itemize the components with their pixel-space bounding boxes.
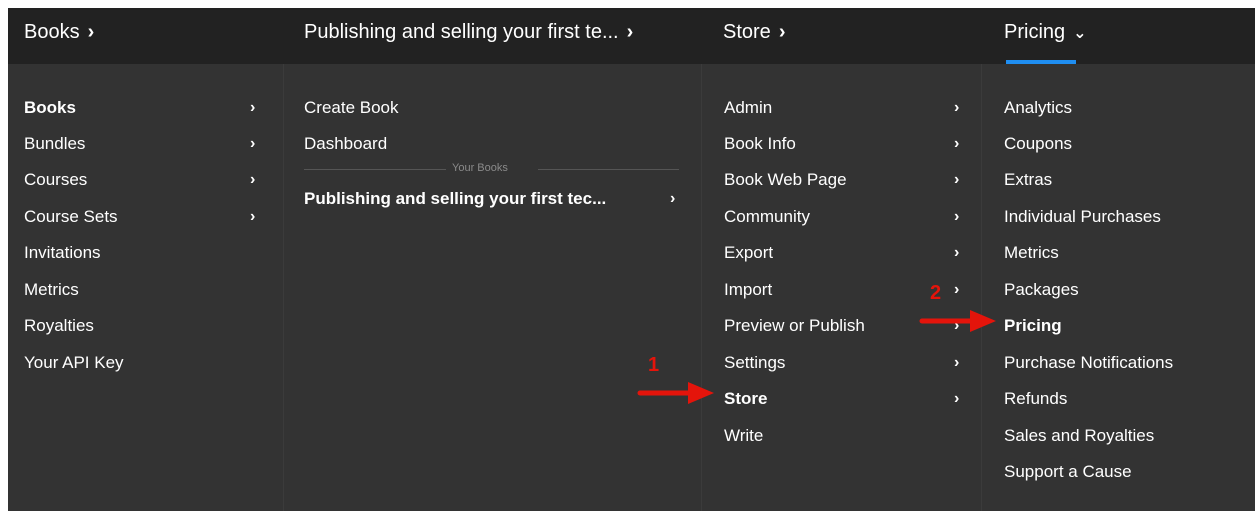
menu-item-create-book[interactable]: Create Book <box>304 97 399 119</box>
menu-item-coupons[interactable]: Coupons <box>1004 133 1072 155</box>
menu-item-sales-and-royalties[interactable]: Sales and Royalties <box>1004 425 1154 447</box>
breadcrumb-book-label: Publishing and selling your first te... <box>304 21 619 43</box>
menu-item-invitations[interactable]: Invitations <box>24 242 101 264</box>
chevron-right-icon[interactable]: › <box>954 169 959 191</box>
menu-item-import[interactable]: Import <box>724 279 772 301</box>
chevron-right-icon[interactable]: › <box>954 206 959 228</box>
chevron-right-icon[interactable]: › <box>250 169 255 191</box>
menu-item-admin[interactable]: Admin <box>724 97 772 119</box>
menu-item-dashboard[interactable]: Dashboard <box>304 133 387 155</box>
navigation-mega-menu: Books › Publishing and selling your first… <box>8 8 1255 511</box>
menu-item-course-sets[interactable]: Course Sets <box>24 206 118 228</box>
menu-item-bundles[interactable]: Bundles <box>24 133 85 155</box>
breadcrumb-store[interactable]: Store › <box>723 8 785 64</box>
menu-item-analytics[interactable]: Analytics <box>1004 97 1072 119</box>
menu-item-metrics[interactable]: Metrics <box>24 279 79 301</box>
chevron-down-icon: ⌄ <box>1073 25 1087 42</box>
annotation-step-1-label: 1 <box>648 354 660 376</box>
breadcrumb-pricing-label: Pricing <box>1004 21 1066 43</box>
chevron-right-icon[interactable]: › <box>954 242 959 264</box>
chevron-right-icon[interactable]: › <box>954 279 959 301</box>
chevron-right-icon[interactable]: › <box>954 352 959 374</box>
menu-item-purchase-notifications[interactable]: Purchase Notifications <box>1004 352 1173 374</box>
chevron-right-icon[interactable]: › <box>250 133 255 155</box>
breadcrumb: Books › Publishing and selling your first… <box>8 8 1255 64</box>
chevron-right-icon[interactable]: › <box>250 206 255 228</box>
breadcrumb-books-label: Books <box>24 21 80 43</box>
chevron-right-icon[interactable]: › <box>250 97 255 119</box>
breadcrumb-pricing[interactable]: Pricing ⌄ <box>1004 8 1087 64</box>
annotation-arrow-2-icon <box>919 310 996 332</box>
menu-item-book-title[interactable]: Publishing and selling your first tec... <box>304 188 606 210</box>
breadcrumb-store-label: Store <box>723 21 771 43</box>
breadcrumb-book[interactable]: Publishing and selling your first te... › <box>304 8 633 64</box>
breadcrumb-books[interactable]: Books › <box>24 8 94 64</box>
menu-item-support-a-cause[interactable]: Support a Cause <box>1004 461 1132 483</box>
menu-item-write[interactable]: Write <box>724 425 763 447</box>
book-list-column: Create Book Dashboard <box>283 64 702 511</box>
menu-item-metrics[interactable]: Metrics <box>1004 242 1059 264</box>
menu-item-books[interactable]: Books <box>24 97 76 119</box>
chevron-right-icon[interactable]: › <box>954 133 959 155</box>
chevron-right-icon[interactable]: › <box>954 388 959 410</box>
store-menu-column: Analytics Coupons Extras Individual Purc… <box>981 64 1255 511</box>
menu-item-pricing[interactable]: Pricing <box>1004 315 1062 337</box>
chevron-right-icon[interactable]: › <box>954 97 959 119</box>
menu-item-individual-purchases[interactable]: Individual Purchases <box>1004 206 1161 228</box>
menu-item-packages[interactable]: Packages <box>1004 279 1079 301</box>
chevron-right-icon[interactable]: › <box>670 188 675 210</box>
annotation-arrow-1-icon <box>637 382 714 404</box>
annotation-step-2-label: 2 <box>930 282 942 304</box>
section-divider <box>538 169 679 170</box>
section-divider <box>304 169 446 170</box>
menu-item-settings[interactable]: Settings <box>724 352 785 374</box>
menu-item-preview-or-publish[interactable]: Preview or Publish <box>724 315 865 337</box>
section-label-your-books: Your Books <box>452 162 508 174</box>
menu-item-export[interactable]: Export <box>724 242 773 264</box>
chevron-right-icon: › <box>778 21 786 43</box>
menu-item-api-key[interactable]: Your API Key <box>24 352 124 374</box>
menu-item-refunds[interactable]: Refunds <box>1004 388 1067 410</box>
menu-item-book-web-page[interactable]: Book Web Page <box>724 169 847 191</box>
menu-item-store[interactable]: Store <box>724 388 767 410</box>
chevron-right-icon: › <box>626 21 634 43</box>
books-menu-column: Books › Bundles › Courses › Course Sets … <box>8 64 283 511</box>
menu-item-royalties[interactable]: Royalties <box>24 315 94 337</box>
menu-item-community[interactable]: Community <box>724 206 810 228</box>
chevron-right-icon: › <box>87 21 95 43</box>
menu-item-book-info[interactable]: Book Info <box>724 133 796 155</box>
menu-item-extras[interactable]: Extras <box>1004 169 1052 191</box>
menu-item-courses[interactable]: Courses <box>24 169 87 191</box>
